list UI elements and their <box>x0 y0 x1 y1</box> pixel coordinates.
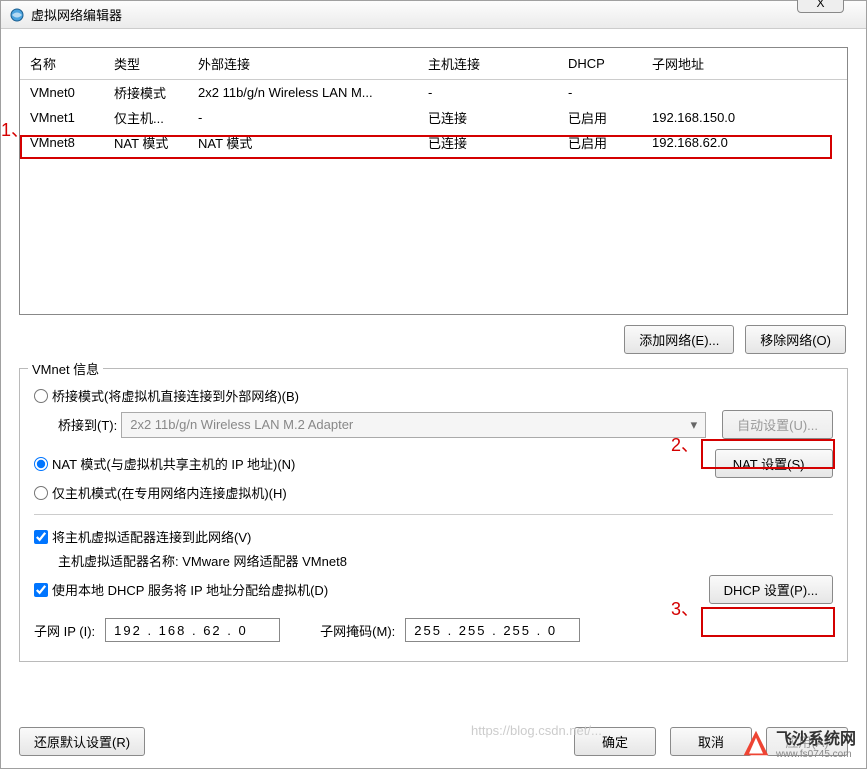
add-network-button[interactable]: 添加网络(E)... <box>624 325 734 354</box>
use-dhcp-label: 使用本地 DHCP 服务将 IP 地址分配给虚拟机(D) <box>52 580 328 599</box>
network-table: 名称 类型 外部连接 主机连接 DHCP 子网地址 VMnet0 桥接模式 2x… <box>19 47 848 315</box>
connect-host-adapter-checkbox[interactable] <box>34 530 48 544</box>
col-external[interactable]: 外部连接 <box>188 48 418 80</box>
bridge-adapter-select[interactable]: 2x2 11b/g/n Wireless LAN M.2 Adapter ▾ <box>121 412 706 438</box>
bridge-mode-label: 桥接模式(将虚拟机直接连接到外部网络)(B) <box>52 386 299 405</box>
table-row[interactable]: VMnet0 桥接模式 2x2 11b/g/n Wireless LAN M..… <box>20 80 847 106</box>
col-dhcp[interactable]: DHCP <box>558 48 642 80</box>
subnet-mask-input[interactable]: 255 . 255 . 255 . 0 <box>405 618 580 642</box>
subnet-ip-label: 子网 IP (I): <box>34 621 95 640</box>
col-type[interactable]: 类型 <box>104 48 188 80</box>
col-subnet[interactable]: 子网地址 <box>642 48 847 80</box>
vmnet-info-fieldset: VMnet 信息 桥接模式(将虚拟机直接连接到外部网络)(B) 桥接到(T): … <box>19 368 848 662</box>
app-icon <box>9 7 25 23</box>
connect-host-adapter-label: 将主机虚拟适配器连接到此网络(V) <box>52 527 251 546</box>
restore-defaults-button[interactable]: 还原默认设置(R) <box>19 727 145 756</box>
nat-settings-button[interactable]: NAT 设置(S)... <box>715 449 833 478</box>
remove-network-button[interactable]: 移除网络(O) <box>745 325 846 354</box>
nat-mode-radio[interactable] <box>34 457 48 471</box>
dhcp-settings-button[interactable]: DHCP 设置(P)... <box>709 575 833 604</box>
col-host[interactable]: 主机连接 <box>418 48 558 80</box>
subnet-ip-input[interactable]: 192 . 168 . 62 . 0 <box>105 618 280 642</box>
hostonly-mode-label: 仅主机模式(在专用网络内连接虚拟机)(H) <box>52 483 287 502</box>
watermark-icon <box>742 729 770 757</box>
cancel-button[interactable]: 取消 <box>670 727 752 756</box>
chevron-down-icon: ▾ <box>691 417 698 433</box>
table-row[interactable]: VMnet8 NAT 模式 NAT 模式 已连接 已启用 192.168.62.… <box>20 130 847 155</box>
ok-button[interactable]: 确定 <box>574 727 656 756</box>
hostonly-mode-radio[interactable] <box>34 486 48 500</box>
site-watermark: 飞沙系统网 www.fs0745.com <box>742 725 856 760</box>
table-header: 名称 类型 外部连接 主机连接 DHCP 子网地址 <box>20 48 847 80</box>
subnet-mask-label: 子网掩码(M): <box>320 621 395 640</box>
auto-settings-button[interactable]: 自动设置(U)... <box>722 410 833 439</box>
window-title: 虚拟网络编辑器 <box>31 5 122 24</box>
adapter-name-text: 主机虚拟适配器名称: VMware 网络适配器 VMnet8 <box>58 551 347 570</box>
fieldset-legend: VMnet 信息 <box>28 359 103 378</box>
bridge-mode-radio[interactable] <box>34 389 48 403</box>
bridge-to-label: 桥接到(T): <box>58 415 117 434</box>
nat-mode-label: NAT 模式(与虚拟机共享主机的 IP 地址)(N) <box>52 454 295 473</box>
title-bar: 虚拟网络编辑器 <box>1 1 866 29</box>
col-name[interactable]: 名称 <box>20 48 104 80</box>
table-row[interactable]: VMnet1 仅主机... - 已连接 已启用 192.168.150.0 <box>20 105 847 130</box>
use-dhcp-checkbox[interactable] <box>34 583 48 597</box>
close-button[interactable]: X <box>797 0 844 13</box>
